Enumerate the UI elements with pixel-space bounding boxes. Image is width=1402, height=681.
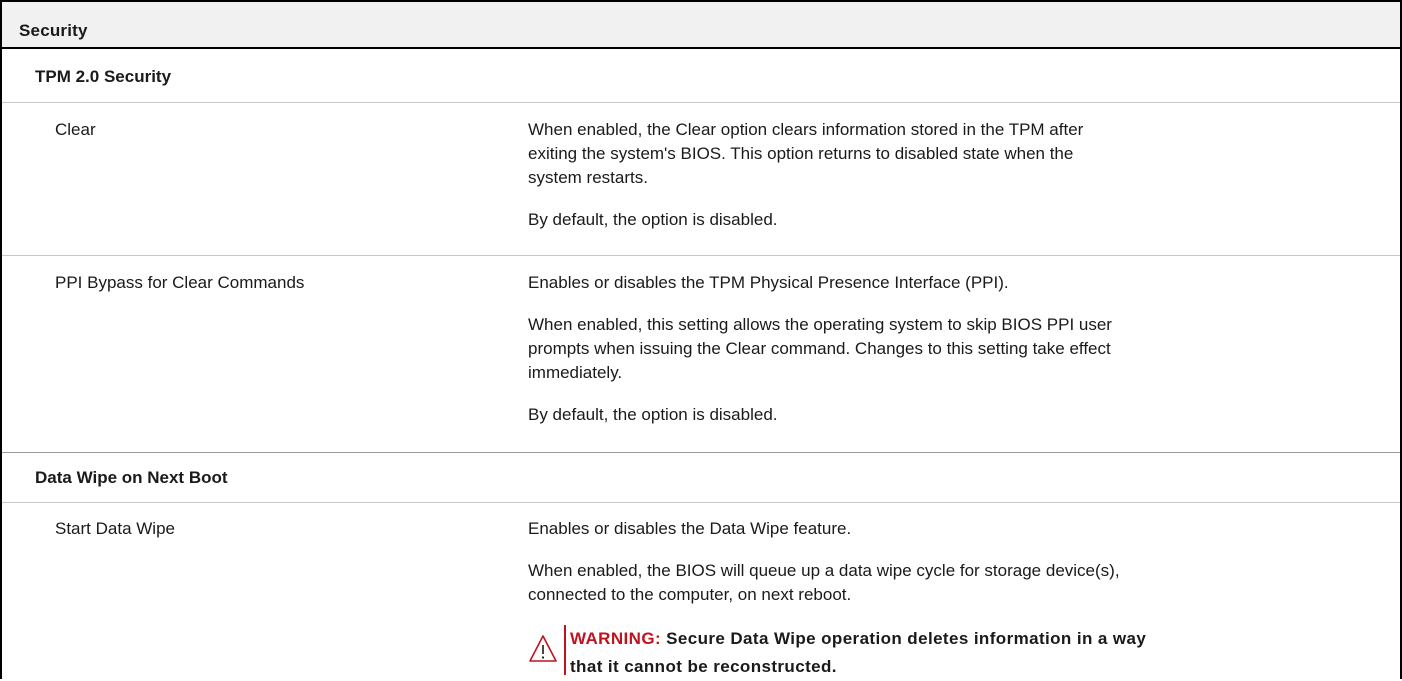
desc-line: system restarts. <box>528 168 648 187</box>
setting-label-clear: Clear <box>55 120 96 139</box>
warning-note: WARNING: Secure Data Wipe operation dele… <box>570 625 1390 681</box>
section-title-data-wipe: Data Wipe on Next Boot <box>35 468 228 487</box>
row-divider <box>2 102 1400 103</box>
desc-default: By default, the option is disabled. <box>528 405 778 424</box>
warning-text: that it cannot be reconstructed. <box>570 657 837 676</box>
desc-line: Enables or disables the TPM Physical Pre… <box>528 273 1009 292</box>
setting-desc-clear: When enabled, the Clear option clears in… <box>528 118 1388 232</box>
desc-line: When enabled, the BIOS will queue up a d… <box>528 561 1120 580</box>
setting-label-ppi-bypass: PPI Bypass for Clear Commands <box>55 273 305 292</box>
warning-label: WARNING: <box>570 629 662 648</box>
desc-line: When enabled, the Clear option clears in… <box>528 120 1084 139</box>
section-title-tpm: TPM 2.0 Security <box>35 67 172 86</box>
desc-line: Enables or disables the Data Wipe featur… <box>528 519 852 538</box>
desc-default: By default, the option is disabled. <box>528 210 778 229</box>
setting-desc-ppi-bypass: Enables or disables the TPM Physical Pre… <box>528 271 1388 427</box>
table-header: Security <box>2 0 1400 49</box>
desc-line: connected to the computer, on next reboo… <box>528 585 852 604</box>
warning-bar <box>564 625 566 675</box>
row-divider <box>2 255 1400 256</box>
setting-desc-start-data-wipe: Enables or disables the Data Wipe featur… <box>528 517 1388 607</box>
desc-line: exiting the system's BIOS. This option r… <box>528 144 1074 163</box>
setting-label-start-data-wipe: Start Data Wipe <box>55 519 175 538</box>
row-divider <box>2 502 1400 503</box>
table-title: Security <box>19 21 88 40</box>
section-divider <box>2 452 1400 453</box>
desc-line: When enabled, this setting allows the op… <box>528 315 1112 334</box>
desc-line: immediately. <box>528 363 623 382</box>
warning-text: Secure Data Wipe operation deletes infor… <box>666 629 1147 648</box>
desc-line: prompts when issuing the Clear command. … <box>528 339 1111 358</box>
warning-triangle-icon <box>528 634 558 664</box>
